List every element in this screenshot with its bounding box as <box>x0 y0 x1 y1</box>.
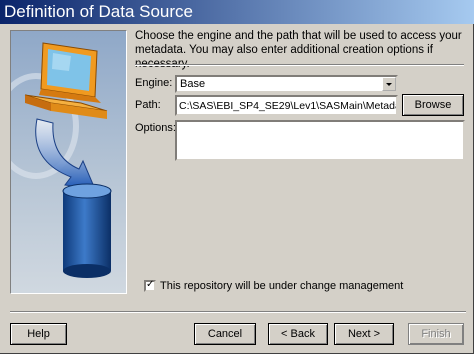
cancel-button[interactable]: Cancel <box>194 323 256 345</box>
wizard-illustration <box>10 30 127 294</box>
path-label: Path: <box>135 99 161 111</box>
title-bar[interactable]: Definition of Data Source <box>0 0 474 24</box>
path-input[interactable]: C:\SAS\EBI_SP4_SE29\Lev1\SASMain\Metadat… <box>175 95 398 116</box>
browse-button[interactable]: Browse <box>402 94 464 116</box>
finish-button[interactable]: Finish <box>408 323 464 345</box>
options-input[interactable] <box>175 120 465 161</box>
engine-select[interactable]: Base <box>175 75 398 93</box>
engine-value: Base <box>180 78 206 90</box>
dialog-window: Definition of Data Source Choose the eng… <box>0 0 474 354</box>
window-title: Definition of Data Source <box>4 2 193 21</box>
options-label: Options: <box>135 122 176 134</box>
back-button[interactable]: < Back <box>268 323 328 345</box>
bottom-separator <box>10 311 466 313</box>
next-button[interactable]: Next > <box>334 323 394 345</box>
path-value: C:\SAS\EBI_SP4_SE29\Lev1\SASMain\Metadat… <box>179 100 396 112</box>
change-management-checkbox[interactable] <box>144 279 156 292</box>
chevron-down-icon[interactable] <box>382 77 396 91</box>
separator <box>135 64 464 66</box>
engine-label: Engine: <box>135 77 173 89</box>
change-management-label: This repository will be under change man… <box>160 280 404 292</box>
help-button[interactable]: Help <box>10 323 67 345</box>
database-icon <box>62 183 112 278</box>
